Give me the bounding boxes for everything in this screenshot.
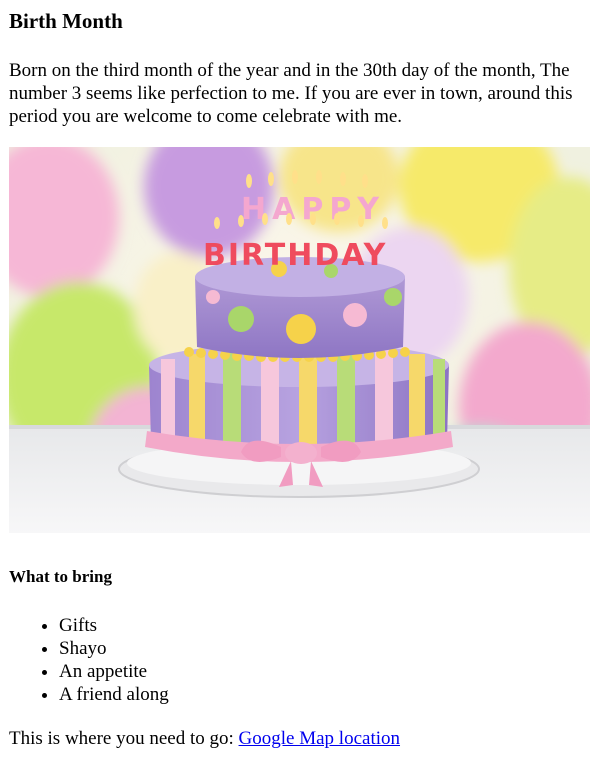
cake-text-bottom: BIRTHDAY: [203, 238, 387, 273]
section-heading: What to bring: [9, 567, 112, 586]
birthday-cake-image: HAPPY BIRTHDAY: [9, 147, 590, 533]
directions-paragraph: This is where you need to go: Google Map…: [9, 727, 400, 750]
bring-list: Gifts Shayo An appetite A friend along: [9, 614, 169, 706]
page-title: Birth Month: [9, 9, 123, 33]
list-item: A friend along: [59, 683, 169, 706]
list-item: Shayo: [59, 637, 169, 660]
google-map-link[interactable]: Google Map location: [239, 728, 400, 749]
list-item: An appetite: [59, 660, 169, 683]
intro-paragraph: Born on the third month of the year and …: [9, 60, 573, 127]
directions-text: This is where you need to go:: [9, 728, 239, 749]
page: Birth Month Born on the third month of t…: [0, 0, 602, 775]
list-item: Gifts: [59, 614, 169, 637]
cake-illustration: HAPPY BIRTHDAY: [9, 147, 590, 533]
